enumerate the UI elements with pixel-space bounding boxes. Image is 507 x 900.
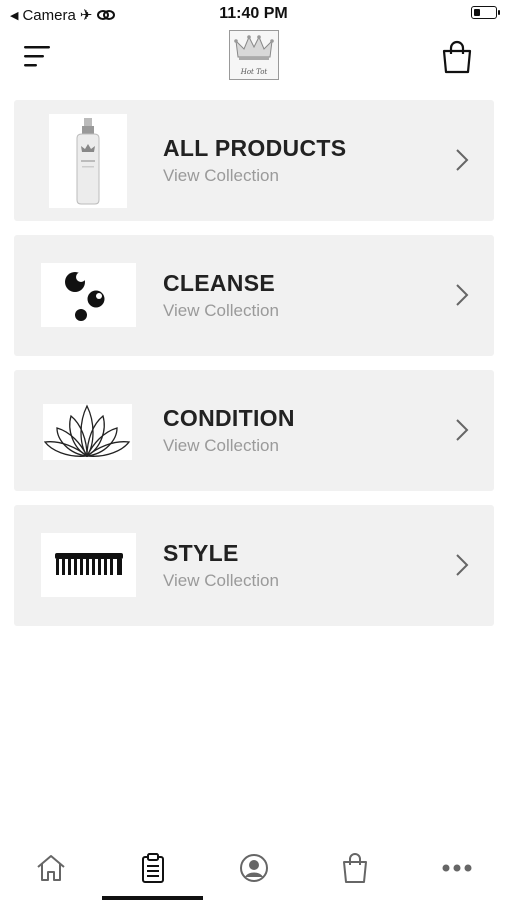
collection-title: CONDITION — [163, 405, 295, 431]
logo-text: Hot Tot — [240, 68, 268, 76]
tab-more[interactable] — [406, 840, 507, 896]
battery-icon — [471, 6, 500, 19]
home-icon — [36, 855, 65, 881]
collection-subtitle: View Collection — [163, 301, 279, 320]
chevron-right-icon — [456, 419, 469, 441]
tab-collections[interactable] — [102, 840, 203, 896]
tab-home[interactable] — [0, 840, 101, 896]
collection-title: STYLE — [163, 540, 239, 566]
shopping-bag-icon — [442, 40, 472, 74]
app-header: Hot Tot — [0, 30, 507, 88]
hamburger-menu-icon — [24, 46, 50, 67]
product-bottle-image — [49, 114, 127, 208]
collection-subtitle: View Collection — [163, 436, 279, 455]
comb-image — [41, 533, 136, 597]
chevron-right-icon — [456, 554, 469, 576]
lotus-image — [43, 404, 132, 460]
collection-title: CLEANSE — [163, 270, 276, 296]
selected-tab-indicator — [102, 896, 203, 900]
more-icon — [442, 864, 471, 872]
crown-icon — [234, 35, 274, 60]
bubbles-image — [41, 263, 136, 327]
collection-card-condition[interactable]: CONDITION View Collection — [14, 370, 494, 491]
shopping-bag-icon — [342, 853, 367, 883]
cart-button[interactable] — [440, 40, 474, 74]
bottom-tab-bar — [0, 840, 507, 900]
collection-card-cleanse[interactable]: CLEANSE View Collection — [14, 235, 494, 356]
status-bar: ◀ Camera ✈ 11:40 PM — [0, 0, 507, 30]
clipboard-icon — [141, 853, 164, 883]
account-icon — [239, 854, 268, 882]
brand-logo[interactable]: Hot Tot — [229, 30, 279, 80]
tab-account[interactable] — [203, 840, 304, 896]
status-time: 11:40 PM — [219, 5, 288, 22]
collection-card-all-products[interactable]: ALL PRODUCTS View Collection — [14, 100, 494, 221]
collection-subtitle: View Collection — [163, 571, 279, 590]
menu-button[interactable] — [20, 42, 54, 72]
collection-title: ALL PRODUCTS — [163, 135, 347, 161]
chevron-right-icon — [456, 149, 469, 171]
collection-card-style[interactable]: STYLE View Collection — [14, 505, 494, 626]
chevron-right-icon — [456, 284, 469, 306]
collection-subtitle: View Collection — [163, 166, 279, 185]
tab-cart[interactable] — [304, 840, 405, 896]
